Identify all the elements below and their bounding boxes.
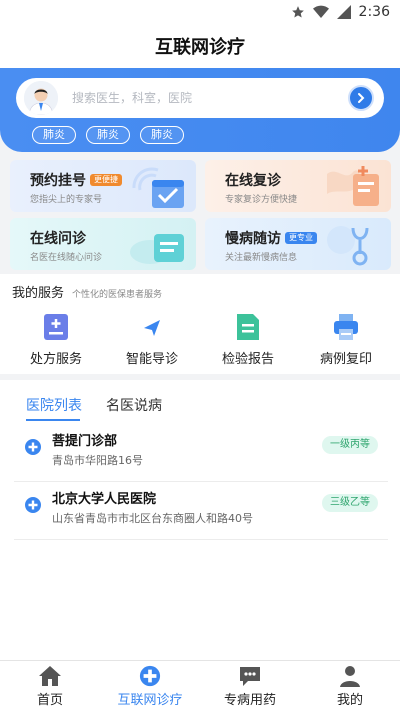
search-placeholder: 搜索医生，科室，医院: [72, 91, 193, 105]
doctor-avatar: [24, 81, 58, 115]
hospital-name: 北京大学人民医院: [52, 492, 157, 507]
service-smart-guide[interactable]: 智能导诊: [112, 312, 192, 367]
card-subtitle: 名医在线随心问诊: [30, 253, 103, 263]
service-label: 检验报告: [221, 352, 274, 367]
hospital-plus-icon: [25, 439, 41, 455]
card-subtitle: 关注最新慢病信息: [225, 253, 298, 263]
medical-plus-icon: [139, 665, 161, 687]
status-time: 2:36: [358, 4, 390, 20]
nav-label: 互联网诊疗: [117, 693, 183, 708]
medical-document-icon: [327, 166, 379, 206]
signal-icon: [336, 5, 351, 19]
chevron-right-icon: [358, 93, 365, 103]
hospital-row[interactable]: 菩提门诊部 青岛市华阳路16号 一级丙等: [14, 424, 388, 482]
printer-icon: [334, 314, 358, 340]
card-subtitle: 专家复诊方便快捷: [225, 195, 298, 205]
card-subtitle: 您指尖上的专家号: [30, 195, 103, 205]
nav-home[interactable]: 首页: [0, 661, 100, 711]
calendar-icon: [132, 167, 184, 208]
search-banner: 搜索医生，科室，医院 肺炎 肺炎 肺炎: [0, 68, 400, 152]
nav-label: 专病用药: [223, 693, 276, 708]
card-badge: 更专业: [285, 232, 317, 244]
tab-hospital-list[interactable]: 医院列表: [26, 395, 82, 421]
services-header: 我的服务 个性化的医保患者服务: [12, 282, 162, 301]
card-chronic-followup[interactable]: 慢病随访 更专业 关注最新慢病信息: [205, 218, 391, 270]
service-case-copy[interactable]: 病例复印: [306, 312, 386, 367]
services-subtitle: 个性化的医保患者服务: [72, 290, 163, 300]
chat-document-icon: [130, 234, 184, 264]
hot-search-tags: 肺炎 肺炎 肺炎: [32, 126, 184, 144]
bottom-nav: 首页 互联网诊疗 专病用药 我的: [0, 660, 400, 711]
card-badge: 更便捷: [90, 174, 122, 186]
nav-internet-clinic[interactable]: 互联网诊疗: [100, 661, 200, 711]
list-tabs: 医院列表 名医说病: [26, 395, 162, 421]
card-title: 预约挂号: [30, 173, 86, 189]
service-label: 病例复印: [319, 352, 372, 367]
hot-tag[interactable]: 肺炎: [140, 126, 184, 144]
nav-special-medication[interactable]: 专病用药: [200, 661, 300, 711]
stethoscope-icon: [327, 226, 369, 266]
search-input[interactable]: 搜索医生，科室，医院: [16, 78, 384, 118]
card-title: 慢病随访: [225, 231, 281, 247]
wifi-icon: [312, 5, 329, 19]
user-icon: [340, 666, 360, 687]
hot-tag[interactable]: 肺炎: [86, 126, 130, 144]
card-title: 在线复诊: [225, 173, 281, 189]
nav-label: 我的: [336, 693, 363, 708]
services-title: 我的服务: [12, 286, 65, 301]
home-icon: [39, 666, 61, 686]
hospital-address: 山东省青岛市市北区台东商圈人和路40号: [52, 512, 253, 525]
card-appointment[interactable]: 预约挂号 更便捷 您指尖上的专家号: [10, 160, 196, 212]
report-icon: [237, 314, 259, 340]
prescription-icon: [44, 314, 68, 340]
service-prescription[interactable]: 处方服务: [16, 312, 96, 367]
hospital-level-badge: 三级乙等: [322, 494, 378, 512]
app-bar: 互联网诊疗: [0, 24, 400, 68]
service-lab-report[interactable]: 检验报告: [208, 312, 288, 367]
card-online-revisit[interactable]: 在线复诊 专家复诊方便快捷: [205, 160, 391, 212]
nav-label: 首页: [36, 693, 63, 708]
navigation-icon: [140, 315, 164, 339]
hospital-plus-icon: [25, 497, 41, 513]
tab-famous-doctors[interactable]: 名医说病: [106, 395, 162, 421]
status-bar: 2:36: [0, 0, 400, 24]
service-label: 智能导诊: [125, 352, 178, 367]
service-label: 处方服务: [29, 352, 82, 367]
hospital-level-badge: 一级丙等: [322, 436, 378, 454]
hospital-name: 菩提门诊部: [52, 434, 118, 449]
star-icon: [291, 6, 304, 18]
chat-icon: [240, 667, 260, 686]
hospital-address: 青岛市华阳路16号: [52, 454, 143, 467]
card-title: 在线问诊: [30, 231, 86, 247]
nav-profile[interactable]: 我的: [300, 661, 400, 711]
hot-tag[interactable]: 肺炎: [32, 126, 76, 144]
page-title: 互联网诊疗: [155, 37, 245, 58]
hospital-row[interactable]: 北京大学人民医院 山东省青岛市市北区台东商圈人和路40号 三级乙等: [14, 482, 388, 540]
card-online-consult[interactable]: 在线问诊 名医在线随心问诊: [10, 218, 196, 270]
search-go-button[interactable]: [348, 85, 374, 111]
